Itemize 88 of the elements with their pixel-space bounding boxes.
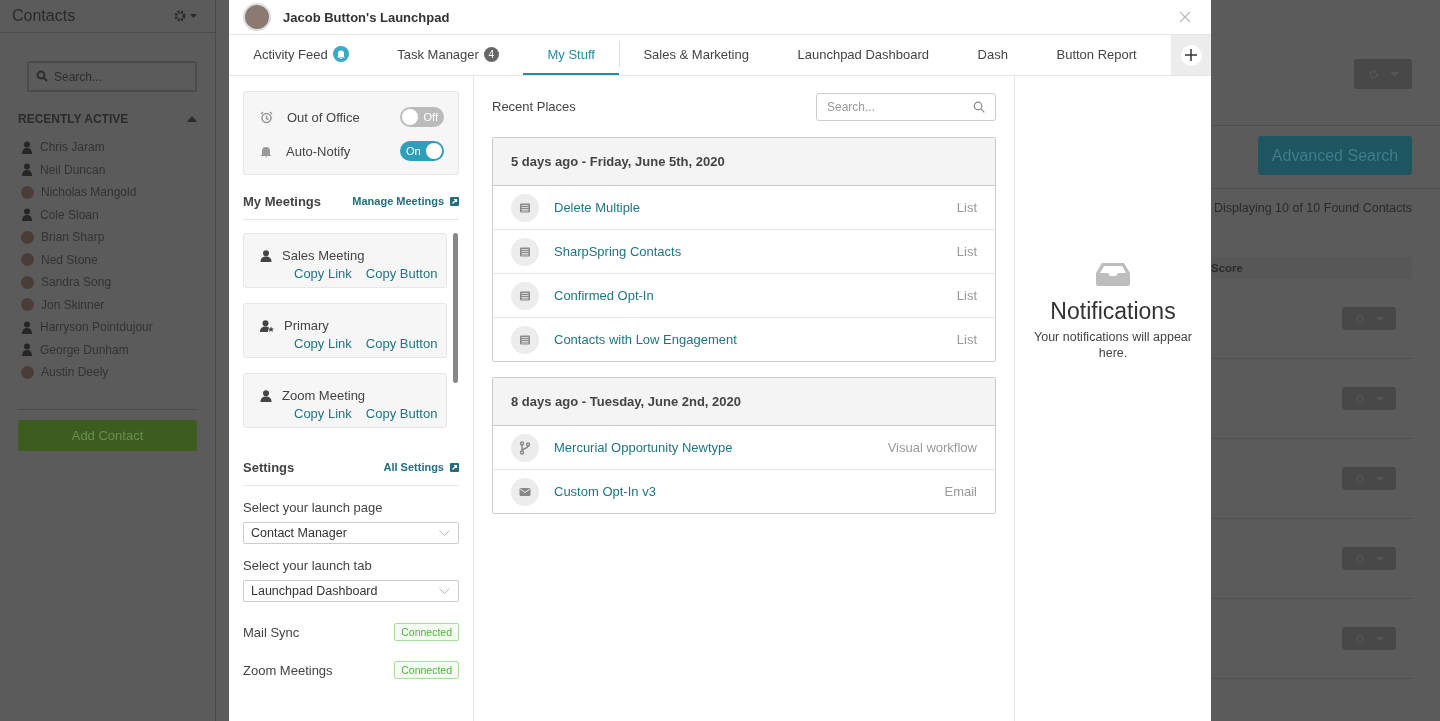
person-icon — [21, 163, 33, 176]
section-heading: Recent Places — [492, 99, 576, 114]
person-icon — [260, 249, 272, 262]
settings-dropdown[interactable] — [174, 10, 197, 22]
avatar — [21, 365, 34, 379]
integration-name: Mail Sync — [243, 624, 300, 640]
person-icon — [21, 320, 33, 334]
external-link-icon[interactable] — [450, 462, 459, 472]
tab[interactable]: Button Report — [1032, 35, 1161, 75]
place-link[interactable]: Contacts with Low Engagement — [554, 332, 942, 347]
copy-link[interactable]: Copy Button — [365, 266, 438, 281]
person-icon — [21, 140, 33, 154]
date-heading: 8 days ago - Tuesday, June 2nd, 2020 — [511, 394, 741, 409]
item-type: List — [956, 200, 977, 215]
tab[interactable]: Task Manager 4 — [372, 35, 524, 75]
branch-icon — [511, 433, 539, 462]
place-link[interactable]: Confirmed Opt-In — [554, 288, 942, 303]
date-heading: 5 days ago - Friday, June 5th, 2020 — [511, 154, 725, 169]
avatar — [21, 275, 34, 289]
scrollbar[interactable] — [453, 233, 458, 383]
avatar — [243, 3, 271, 31]
place-link[interactable]: Custom Opt-In v3 — [554, 484, 930, 499]
dialog-title: Jacob Button's Launchpad — [283, 9, 450, 25]
item-type: List — [956, 332, 977, 347]
search-icon — [973, 100, 985, 113]
item-type: List — [956, 288, 977, 303]
copy-link[interactable]: Copy Button — [365, 406, 438, 421]
person-icon — [21, 343, 33, 356]
field-label: Select your launch tab — [243, 558, 373, 573]
count-badge: 4 — [483, 46, 499, 62]
tab[interactable]: Dash — [953, 35, 1033, 75]
empty-message: Your notifications will appear here. — [1033, 329, 1193, 361]
place-link[interactable]: Delete Multiple — [554, 200, 942, 215]
list-icon — [511, 281, 539, 310]
avatar — [21, 298, 34, 311]
tab[interactable]: Sales & Marketing — [619, 35, 774, 75]
toggle-switch[interactable]: On — [400, 141, 444, 161]
place-link[interactable]: SharpSpring Contacts — [554, 244, 942, 259]
person-star-icon — [260, 319, 274, 332]
plus-icon — [1185, 49, 1197, 61]
tab[interactable]: Launchpad Dashboard — [773, 35, 954, 75]
meeting-name: Sales Meeting — [282, 248, 365, 263]
tab[interactable]: Activity Feed — [229, 35, 373, 75]
list-icon — [511, 193, 539, 222]
gear-icon — [174, 10, 186, 22]
add-tab-button[interactable] — [1180, 44, 1202, 66]
search-icon — [36, 70, 48, 82]
status-badge: Connected — [394, 661, 459, 679]
item-type: Visual workflow — [887, 440, 977, 455]
section-heading: My Meetings — [243, 193, 321, 209]
copy-link[interactable]: Copy Link — [294, 406, 352, 421]
chevron-down-icon — [439, 588, 450, 594]
close-icon[interactable] — [1179, 11, 1191, 23]
section-heading: Settings — [243, 459, 295, 475]
person-icon — [21, 208, 33, 221]
chevron-down-icon — [439, 530, 450, 536]
meeting-name: Zoom Meeting — [282, 388, 366, 403]
dropdown-field[interactable]: Contact Manager — [243, 522, 459, 544]
manage-meetings-link[interactable]: Manage Meetings — [352, 195, 444, 207]
copy-link[interactable]: Copy Button — [365, 336, 438, 351]
list-icon — [511, 237, 539, 266]
setting-label: Auto-Notify — [286, 143, 352, 159]
field-label: Select your launch page — [243, 500, 384, 515]
meeting-name: Primary — [284, 318, 329, 333]
avatar — [21, 230, 34, 244]
all-settings-link[interactable]: All Settings — [383, 461, 444, 473]
list-icon — [511, 325, 539, 354]
item-type: Email — [944, 484, 977, 499]
status-badge: Connected — [394, 623, 459, 641]
setting-label: Out of Office — [287, 109, 361, 125]
inbox-icon — [1095, 262, 1131, 286]
integration-name: Zoom Meetings — [243, 662, 333, 678]
alarm-clock-icon — [260, 110, 273, 124]
place-link[interactable]: Mercurial Opportunity Newtype — [554, 440, 873, 455]
avatar — [21, 253, 34, 266]
dropdown-field[interactable]: Launchpad Dashboard — [243, 580, 459, 602]
bell-icon — [260, 144, 272, 158]
copy-link[interactable]: Copy Link — [294, 336, 352, 351]
caret-icon — [190, 14, 197, 18]
copy-link[interactable]: Copy Link — [294, 266, 352, 281]
avatar — [21, 185, 34, 199]
envelope-icon — [511, 477, 539, 506]
person-icon — [260, 389, 272, 402]
collapse-icon[interactable] — [187, 116, 197, 122]
tab[interactable]: My Stuff — [523, 35, 620, 75]
notifications-heading: Notifications — [1050, 298, 1176, 325]
item-type: List — [956, 244, 977, 259]
external-link-icon[interactable] — [450, 196, 459, 206]
